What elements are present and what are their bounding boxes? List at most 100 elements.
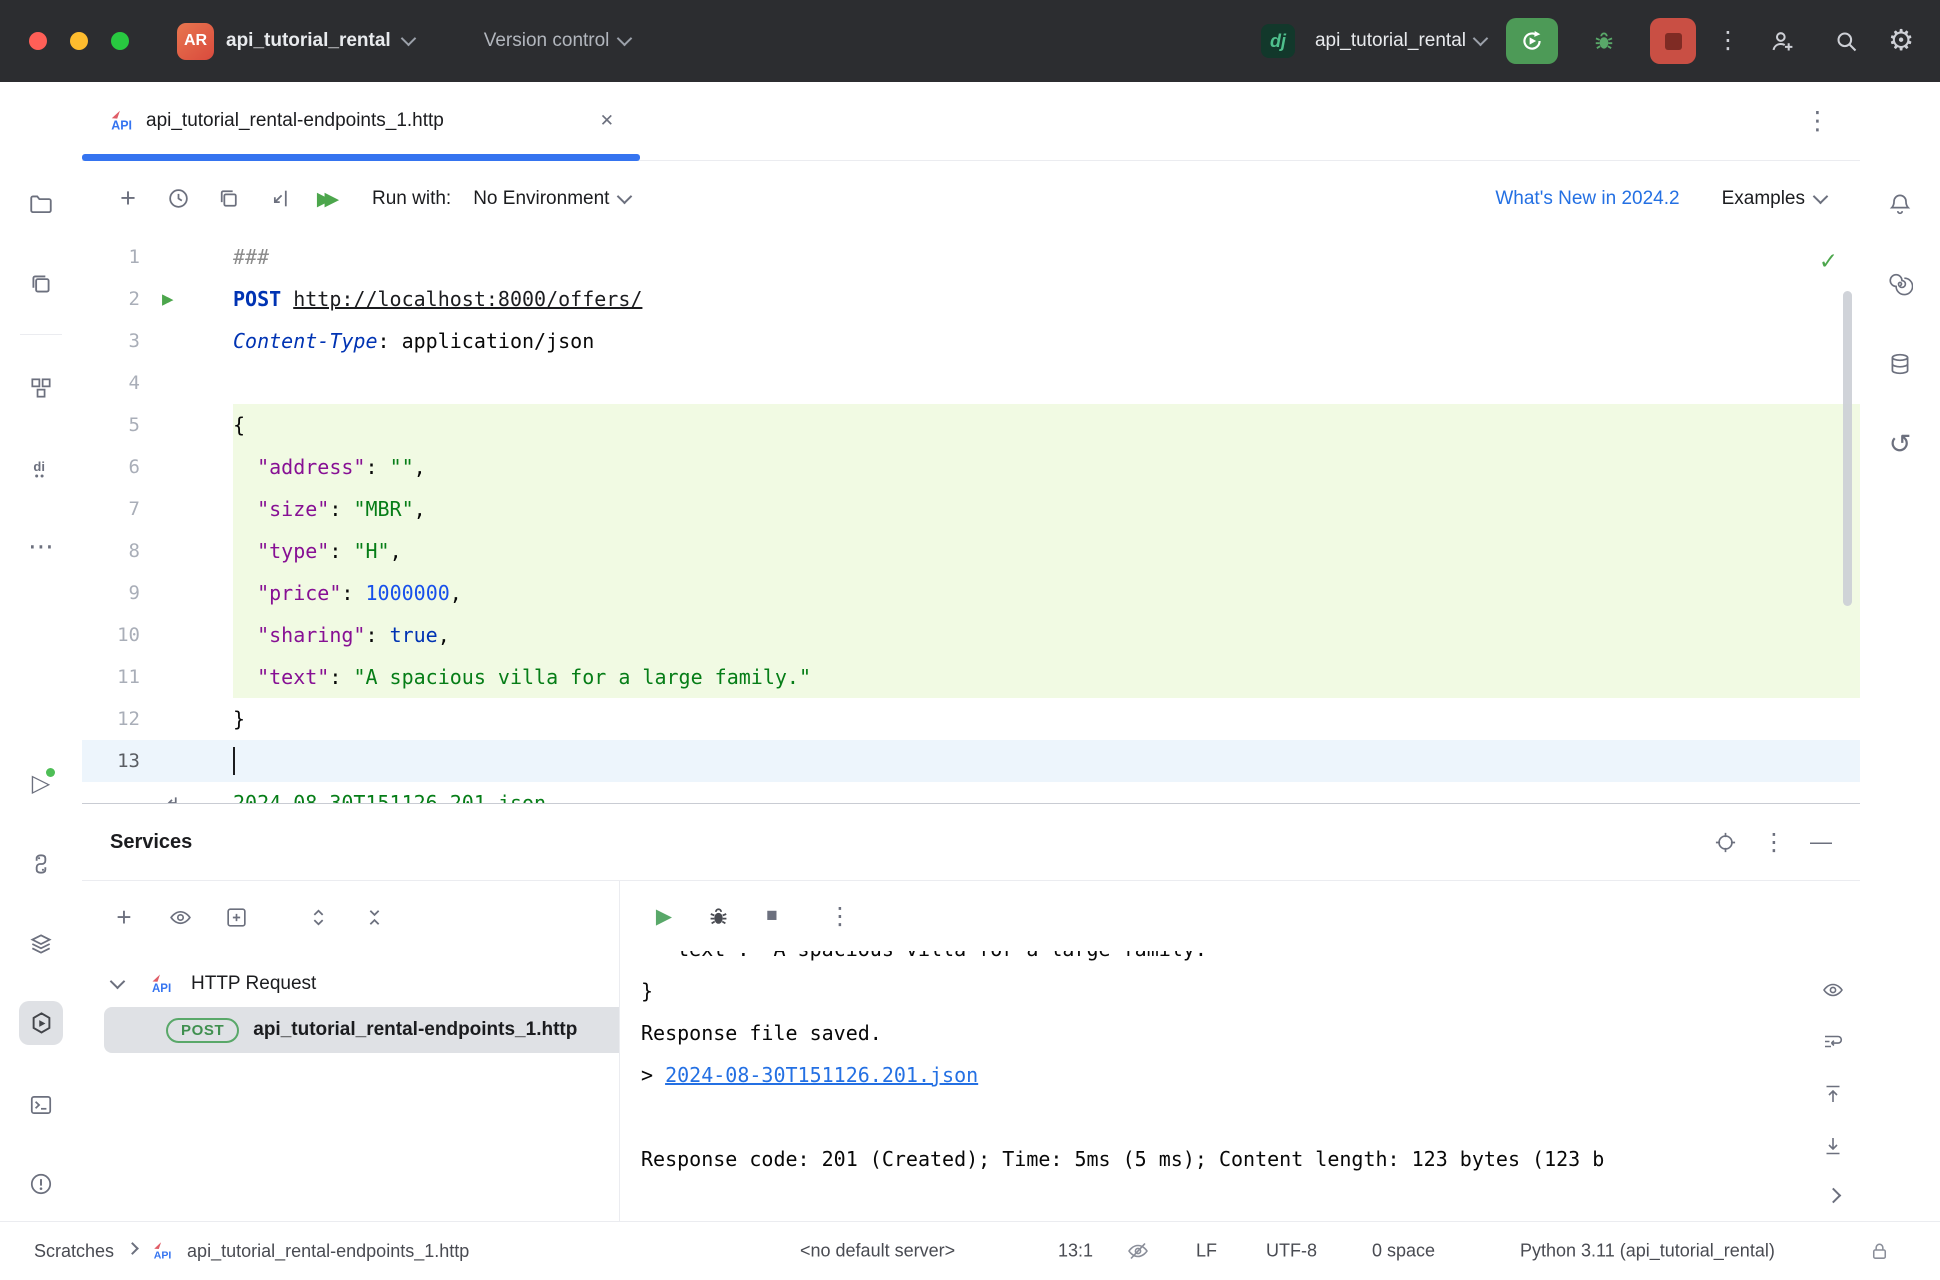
view-options-eye-icon[interactable] (158, 895, 202, 939)
preview-eye-icon[interactable] (1812, 969, 1854, 1011)
scroll-to-top-icon[interactable] (1812, 1073, 1854, 1115)
run-configuration-selector[interactable]: api_tutorial_rental (1315, 30, 1486, 52)
console-options-kebab[interactable]: ⋮ (818, 894, 862, 938)
console-line[interactable]: "text": "A spacious villa for a large fa… (641, 951, 1780, 970)
request-url[interactable]: http://localhost:8000/offers/ (293, 287, 642, 311)
default-server-widget[interactable]: <no default server> (800, 1241, 955, 1262)
inspections-off-eye-icon[interactable] (1126, 1239, 1150, 1263)
open-in-new-tab-icon[interactable] (214, 895, 258, 939)
problems-icon[interactable] (19, 1162, 63, 1206)
expand-all-icon[interactable] (296, 895, 340, 939)
editor-line[interactable]: 3Content-Type: application/json (82, 320, 1860, 362)
settings-gear-icon[interactable]: ⚙ (1888, 27, 1914, 56)
breadcrumb[interactable]: Scratches API api_tutorial_rental-endpoi… (34, 1240, 469, 1262)
encoding-widget[interactable]: UTF-8 (1266, 1241, 1317, 1262)
console-line[interactable]: Response code: 201 (Created); Time: 5ms … (641, 1138, 1780, 1180)
code-editor[interactable]: 1###2▶POST http://localhost:8000/offers/… (82, 236, 1860, 803)
target-icon[interactable] (1713, 830, 1738, 855)
structure-icon[interactable] (19, 366, 63, 410)
more-tool-windows-icon[interactable]: ⋯ (19, 524, 63, 568)
close-window-button[interactable] (29, 32, 47, 50)
rerun-button[interactable] (1506, 18, 1558, 64)
services-options-kebab[interactable]: ⋮ (1762, 828, 1786, 857)
soft-wrap-icon[interactable] (1812, 1021, 1854, 1063)
python-packages-icon[interactable] (19, 842, 63, 886)
caret-position-widget[interactable]: 13:1 (1058, 1241, 1093, 1262)
rerun-request-button[interactable]: ▶ (642, 894, 686, 938)
response-console[interactable]: "text": "A spacious villa for a large fa… (620, 951, 1860, 1222)
lock-icon[interactable] (1868, 1240, 1891, 1263)
titlebar-more-menu[interactable]: ⋮ (1716, 29, 1740, 53)
collapse-all-icon[interactable] (352, 895, 396, 939)
python-interpreter-widget[interactable]: Python 3.11 (api_tutorial_rental) (1520, 1241, 1775, 1262)
run-tool-icon[interactable]: ▷ (19, 761, 63, 805)
editor-line[interactable]: 10 "sharing": true, (82, 614, 1860, 656)
stop-process-button[interactable]: ■ (750, 894, 794, 938)
chevron-right-icon[interactable] (1812, 1177, 1854, 1219)
editor-line[interactable]: 12} (82, 698, 1860, 740)
console-line[interactable]: > 2024-08-30T151126.201.json (641, 1054, 1780, 1096)
response-arrow-icon[interactable] (162, 793, 182, 803)
debug-button[interactable] (1578, 18, 1630, 64)
vcs-label: Version control (484, 30, 610, 52)
tab-options-kebab[interactable]: ⋮ (1805, 106, 1830, 136)
line-separator-widget[interactable]: LF (1196, 1241, 1217, 1262)
restore-history-icon[interactable]: ↺ (1878, 422, 1922, 466)
hide-panel-button[interactable]: — (1810, 829, 1832, 855)
debug-request-button[interactable] (696, 894, 740, 938)
editor-line[interactable]: 6 "address": "", (82, 446, 1860, 488)
code-token: "A spacious villa for a large family." (353, 665, 811, 689)
layers-icon[interactable] (19, 922, 63, 966)
notifications-bell-icon[interactable] (1878, 182, 1922, 226)
vcs-widget[interactable]: Version control (484, 30, 631, 52)
project-widget[interactable]: AR api_tutorial_rental (177, 23, 414, 60)
close-tab-icon[interactable]: ✕ (600, 111, 614, 131)
breadcrumb-file[interactable]: api_tutorial_rental-endpoints_1.http (187, 1241, 469, 1262)
run-request-gutter-icon[interactable]: ▶ (162, 290, 173, 309)
project-folder-icon[interactable] (19, 182, 63, 226)
di-tool-icon[interactable]: di (19, 447, 63, 491)
terminal-icon[interactable] (19, 1083, 63, 1127)
zoom-window-button[interactable] (111, 32, 129, 50)
editor-line[interactable]: 4 (82, 362, 1860, 404)
commit-windows-icon[interactable] (19, 262, 63, 306)
breadcrumb-root[interactable]: Scratches (34, 1241, 114, 1262)
editor-line[interactable]: 11 "text": "A spacious villa for a large… (82, 656, 1860, 698)
editor-line[interactable]: 2024-08-30T151126.201.json (82, 782, 1860, 803)
console-line[interactable]: Response file saved. (641, 1012, 1780, 1054)
tree-node-http-request[interactable]: API HTTP Request (82, 961, 619, 1007)
environment-dropdown[interactable]: No Environment (473, 188, 630, 210)
editor-line[interactable]: 5{ (82, 404, 1860, 446)
inspections-ok-icon[interactable]: ✓ (1820, 246, 1836, 276)
examples-dropdown[interactable]: Examples (1722, 188, 1826, 210)
minimize-window-button[interactable] (70, 32, 88, 50)
ai-assistant-coil-icon[interactable] (1878, 262, 1922, 306)
editor-line[interactable]: 7 "size": "MBR", (82, 488, 1860, 530)
database-icon[interactable] (1878, 342, 1922, 386)
services-tool-icon[interactable] (19, 1001, 63, 1045)
editor-line[interactable]: 2▶POST http://localhost:8000/offers/ (82, 278, 1860, 320)
run-all-requests-button[interactable]: ▶▶ (306, 177, 350, 221)
add-request-button[interactable]: + (106, 177, 150, 221)
editor-line[interactable]: 13 (82, 740, 1860, 782)
whats-new-link[interactable]: What's New in 2024.2 (1495, 188, 1679, 210)
editor-tab[interactable]: API api_tutorial_rental-endpoints_1.http… (82, 82, 640, 160)
editor-scrollbar[interactable] (1843, 291, 1852, 606)
copy-request-button[interactable] (206, 177, 250, 221)
scroll-to-end-icon[interactable] (1812, 1125, 1854, 1167)
console-line[interactable] (641, 1096, 1780, 1138)
console-line[interactable]: } (641, 970, 1780, 1012)
response-file-link[interactable]: 2024-08-30T151126.201.json (233, 791, 546, 803)
response-file-link[interactable]: 2024-08-30T151126.201.json (665, 1063, 978, 1087)
editor-line[interactable]: 9 "price": 1000000, (82, 572, 1860, 614)
code-with-me-button[interactable] (1760, 18, 1804, 64)
indent-widget[interactable]: 0 space (1372, 1241, 1435, 1262)
import-requests-button[interactable] (256, 177, 300, 221)
add-service-button[interactable]: + (102, 895, 146, 939)
editor-line[interactable]: 8 "type": "H", (82, 530, 1860, 572)
request-history-button[interactable] (156, 177, 200, 221)
stop-button[interactable] (1650, 18, 1696, 64)
tree-node-request[interactable]: POST api_tutorial_rental-endpoints_1.htt… (104, 1007, 619, 1053)
search-everywhere-button[interactable] (1824, 18, 1868, 64)
editor-line[interactable]: 1### (82, 236, 1860, 278)
